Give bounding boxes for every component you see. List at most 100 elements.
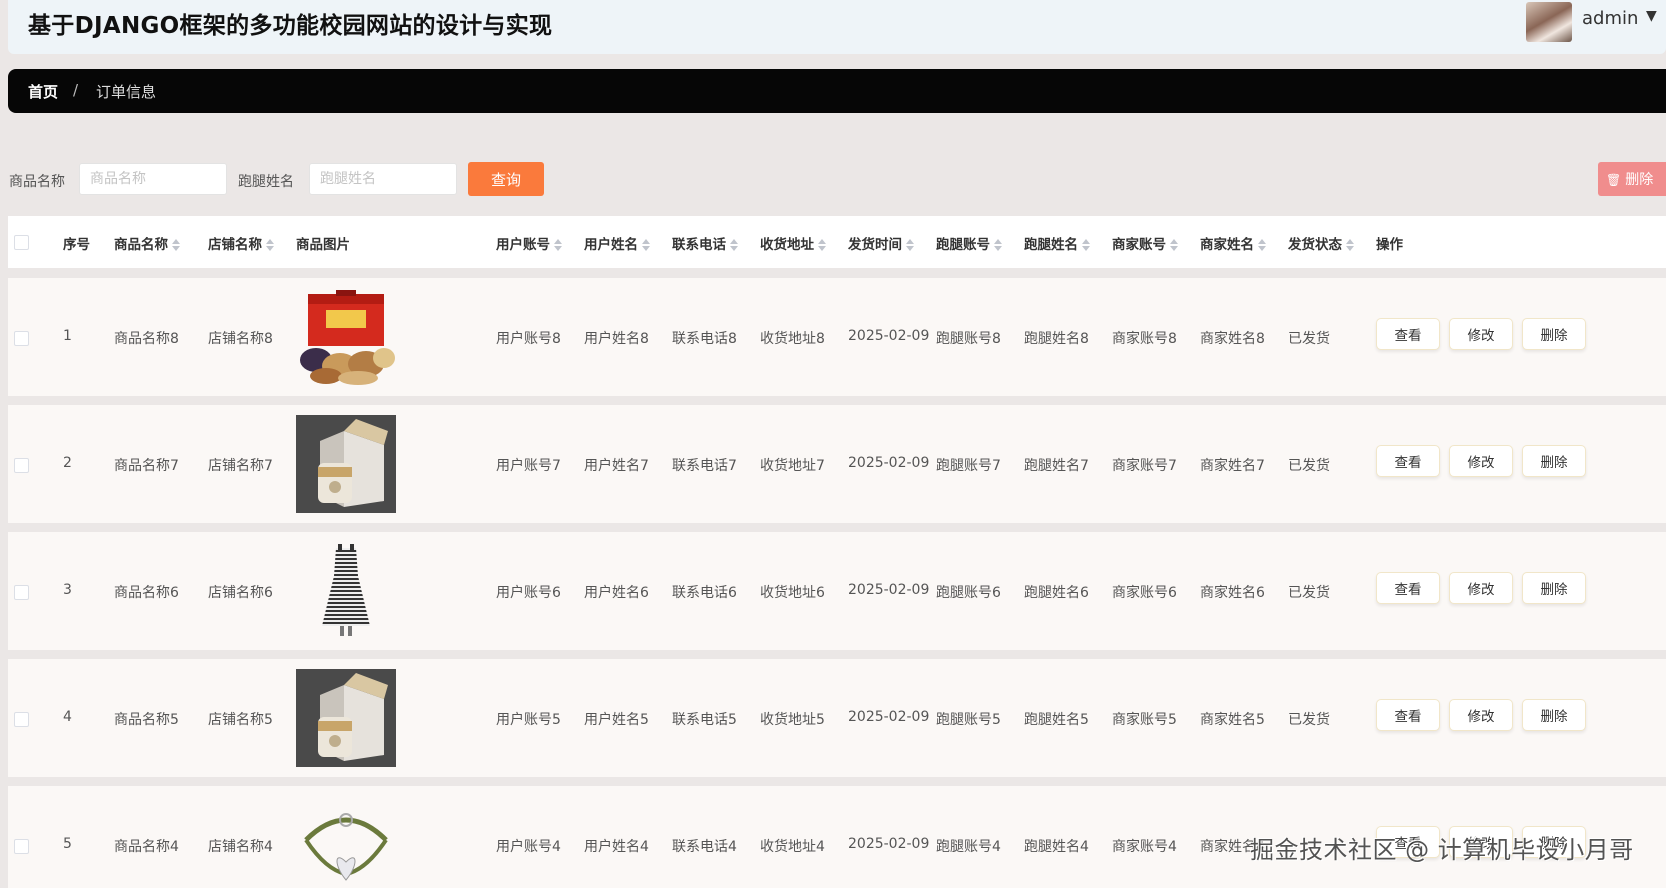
cell-phone: 联系电话7 (672, 458, 737, 474)
column-header[interactable]: 发货时间 (848, 233, 914, 253)
sort-icon[interactable] (266, 239, 274, 251)
column-header[interactable]: 发货状态 (1288, 233, 1354, 253)
delete-button[interactable]: 删除 (1522, 318, 1586, 350)
cell-user-name: 用户姓名5 (584, 712, 649, 728)
view-button[interactable]: 查看 (1376, 318, 1440, 350)
cell-product: 商品名称4 (114, 839, 179, 855)
cell-product: 商品名称5 (114, 712, 179, 728)
cell-user-name: 用户姓名7 (584, 458, 649, 474)
cell-merchant-account: 商家账号4 (1112, 839, 1177, 855)
column-header: 操作 (1376, 237, 1403, 253)
product-image (296, 415, 396, 513)
cell-user-account: 用户账号7 (496, 458, 561, 474)
cell-merchant-name: 商家姓名6 (1200, 585, 1265, 601)
edit-button[interactable]: 修改 (1449, 445, 1513, 477)
cell-merchant-name: 商家姓名8 (1200, 331, 1265, 347)
cell-product: 商品名称6 (114, 585, 179, 601)
column-header[interactable]: 店铺名称 (208, 233, 274, 253)
sort-icon[interactable] (906, 239, 914, 251)
cell-merchant-name: 商家姓名7 (1200, 458, 1265, 474)
column-header[interactable]: 用户姓名 (584, 233, 650, 253)
sort-icon[interactable] (994, 239, 1002, 251)
user-menu[interactable]: admin (1582, 8, 1638, 29)
column-header[interactable]: 联系电话 (672, 233, 738, 253)
sort-icon[interactable] (730, 239, 738, 251)
sort-icon[interactable] (172, 239, 180, 251)
avatar[interactable] (1526, 2, 1572, 42)
sort-icon[interactable] (1082, 239, 1090, 251)
cell-ship-time: 2025-02-09 (848, 836, 930, 852)
column-header[interactable]: 跑腿姓名 (1024, 233, 1090, 253)
column-header[interactable]: 跑腿账号 (936, 233, 1002, 253)
sort-icon[interactable] (554, 239, 562, 251)
delete-button[interactable]: 删除 (1522, 699, 1586, 731)
cell-index: 1 (63, 328, 72, 344)
cell-product: 商品名称8 (114, 331, 179, 347)
column-header[interactable]: 商品名称 (114, 233, 180, 253)
cell-phone: 联系电话4 (672, 839, 737, 855)
cell-merchant-account: 商家账号7 (1112, 458, 1177, 474)
cell-user-account: 用户账号8 (496, 331, 561, 347)
cell-user-account: 用户账号5 (496, 712, 561, 728)
product-name-input[interactable] (79, 163, 227, 195)
row-checkbox[interactable] (14, 331, 29, 346)
sort-icon[interactable] (1258, 239, 1266, 251)
row-checkbox[interactable] (14, 712, 29, 727)
cell-index: 2 (63, 455, 72, 471)
edit-button[interactable]: 修改 (1449, 572, 1513, 604)
edit-button[interactable]: 修改 (1449, 699, 1513, 731)
column-header[interactable]: 商家姓名 (1200, 233, 1266, 253)
sort-icon[interactable] (642, 239, 650, 251)
cell-index: 4 (63, 709, 72, 725)
cell-runner-name: 跑腿姓名5 (1024, 712, 1089, 728)
column-header[interactable]: 收货地址 (760, 233, 826, 253)
cell-runner-account: 跑腿账号7 (936, 458, 1001, 474)
cell-index: 5 (63, 836, 72, 852)
caret-down-icon[interactable]: ▼ (1646, 8, 1657, 24)
sort-icon[interactable] (818, 239, 826, 251)
page-title: 基于DJANGO框架的多功能校园网站的设计与实现 (28, 13, 553, 39)
edit-button[interactable]: 修改 (1449, 318, 1513, 350)
delete-button[interactable]: 删除 (1522, 572, 1586, 604)
query-button[interactable]: 查询 (468, 162, 544, 196)
product-image (296, 542, 396, 640)
cell-user-account: 用户账号6 (496, 585, 561, 601)
bulk-delete-label: 删除 (1625, 172, 1654, 188)
cell-status: 已发货 (1288, 585, 1330, 601)
table-row: 4 商品名称5 店铺名称5 用户账号5 用户姓名5 联系电话5 收货地址5 20… (8, 659, 1666, 777)
watermark: 掘金技术社区 @ 计算机毕设小月哥 (1250, 836, 1634, 864)
view-button[interactable]: 查看 (1376, 699, 1440, 731)
delete-button[interactable]: 删除 (1522, 445, 1586, 477)
cell-status: 已发货 (1288, 458, 1330, 474)
column-header[interactable]: 商家账号 (1112, 233, 1178, 253)
cell-phone: 联系电话5 (672, 712, 737, 728)
cell-index: 3 (63, 582, 72, 598)
row-checkbox[interactable] (14, 458, 29, 473)
column-header: 序号 (63, 237, 90, 253)
column-header: 商品图片 (296, 237, 350, 253)
breadcrumb-home[interactable]: 首页 (28, 81, 58, 102)
cell-phone: 联系电话6 (672, 585, 737, 601)
cell-shop: 店铺名称7 (208, 458, 273, 474)
cell-status: 已发货 (1288, 712, 1330, 728)
bulk-delete-button[interactable]: 🗑 删除 (1598, 162, 1666, 196)
cell-merchant-account: 商家账号5 (1112, 712, 1177, 728)
row-checkbox[interactable] (14, 585, 29, 600)
view-button[interactable]: 查看 (1376, 445, 1440, 477)
cell-user-name: 用户姓名4 (584, 839, 649, 855)
row-checkbox[interactable] (14, 839, 29, 854)
app-header: 基于DJANGO框架的多功能校园网站的设计与实现 admin ▼ (8, 0, 1666, 54)
column-header[interactable]: 用户账号 (496, 233, 562, 253)
select-all-checkbox[interactable] (14, 235, 29, 250)
cell-shop: 店铺名称5 (208, 712, 273, 728)
cell-user-account: 用户账号4 (496, 839, 561, 855)
trash-icon: 🗑 (1606, 173, 1622, 187)
runner-name-input[interactable] (309, 163, 457, 195)
sort-icon[interactable] (1170, 239, 1178, 251)
product-image (296, 796, 396, 888)
cell-shop: 店铺名称6 (208, 585, 273, 601)
view-button[interactable]: 查看 (1376, 572, 1440, 604)
cell-runner-account: 跑腿账号6 (936, 585, 1001, 601)
sort-icon[interactable] (1346, 239, 1354, 251)
cell-merchant-account: 商家账号6 (1112, 585, 1177, 601)
